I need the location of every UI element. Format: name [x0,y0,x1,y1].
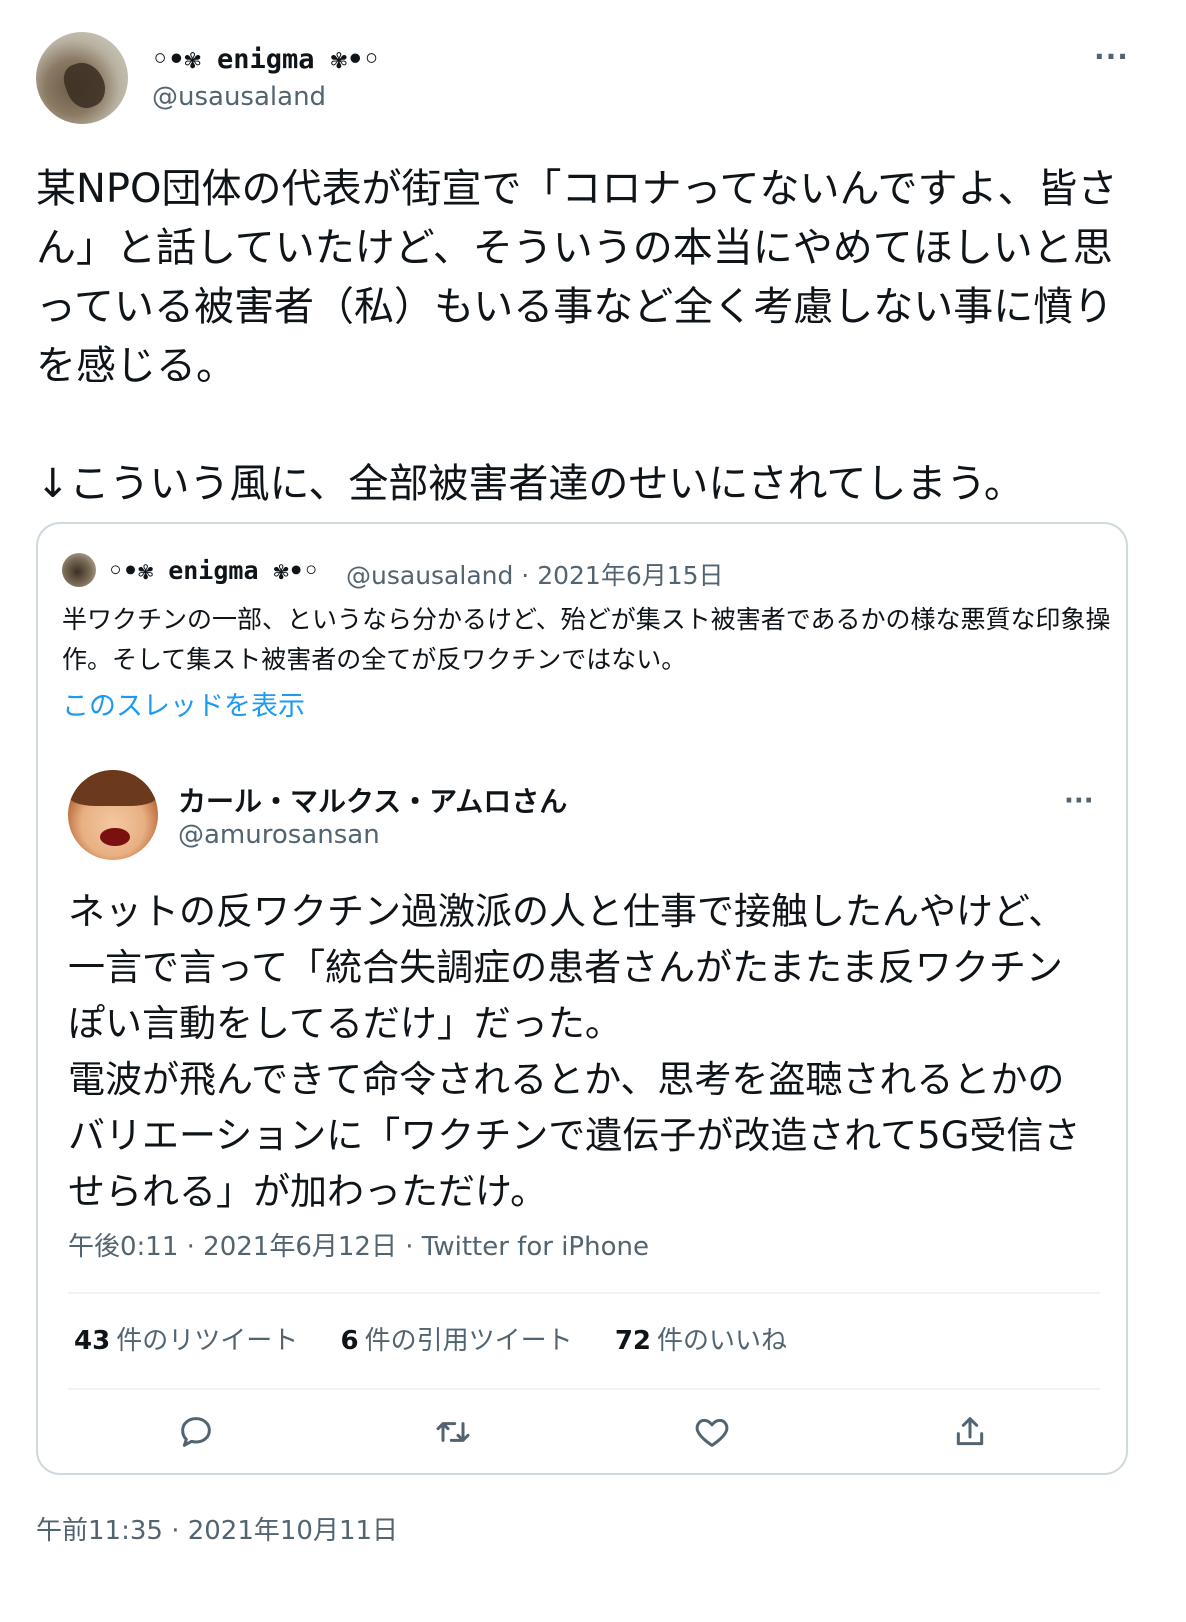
tweet: ◦•✾ enigma ✾•◦ @usausaland ··· 某NPO団体の代表… [0,0,1186,1622]
inner-tweet-meta: 午後0:11 · 2021年6月12日 · Twitter for iPhone [68,1232,649,1262]
inner-display-name[interactable]: カール・マルクス・アムロさん [178,780,567,820]
inner-avatar[interactable] [68,770,158,860]
quoted-avatar [62,553,96,587]
user-handle[interactable]: @usausaland [152,82,326,112]
more-horizontal-icon[interactable]: ··· [1094,40,1129,73]
quotes-label: 件の引用ツイート [364,1326,573,1356]
likes-stat[interactable]: 72 件のいいね [615,1320,787,1357]
retweets-stat[interactable]: 43 件のリツイート [74,1320,298,1357]
divider [68,1388,1100,1390]
avatar[interactable] [36,32,128,124]
likes-label: 件のいいね [657,1326,788,1356]
tweet-timestamp[interactable]: 午前11:35 · 2021年10月11日 [36,1510,398,1547]
retweet-icon[interactable] [433,1412,473,1452]
share-icon[interactable] [950,1412,990,1452]
quoted-tweet-card[interactable]: ◦•✾ enigma ✾•◦ @usausaland · 2021年6月15日 … [36,522,1128,1475]
engagement-stats: 43 件のリツイート 6 件の引用ツイート 72 件のいいね [74,1320,821,1357]
quoted-meta: @usausaland · 2021年6月15日 [346,561,724,590]
retweets-label: 件のリツイート [116,1326,299,1356]
display-name[interactable]: ◦•✾ enigma ✾•◦ [152,44,380,75]
inner-more-icon[interactable]: ··· [1064,786,1094,816]
action-bar [38,1412,1130,1460]
likes-count: 72 [614,1326,652,1356]
quotes-stat[interactable]: 6 件の引用ツイート [340,1320,572,1357]
reply-icon[interactable] [176,1412,216,1452]
like-icon[interactable] [692,1412,732,1452]
tweet-text: 某NPO団体の代表が街宣で「コロナってないんですよ、皆さん」と話していたけど、そ… [36,166,1118,507]
quoted-text: 半ワクチンの一部、というなら分かるけど、殆どが集スト被害者であるかの様な悪質な印… [62,605,1111,674]
quotes-count: 6 [340,1326,359,1356]
divider [68,1292,1100,1294]
inner-tweet-text: ネットの反ワクチン過激派の人と仕事で接触したんやけど、一言で言って「統合失調症の… [68,890,1081,1213]
retweets-count: 43 [74,1326,111,1356]
inner-handle[interactable]: @amurosansan [178,820,380,850]
quoted-display-name: ◦•✾ enigma ✾•◦ [108,556,319,585]
show-thread-link[interactable]: このスレッドを表示 [62,684,305,723]
